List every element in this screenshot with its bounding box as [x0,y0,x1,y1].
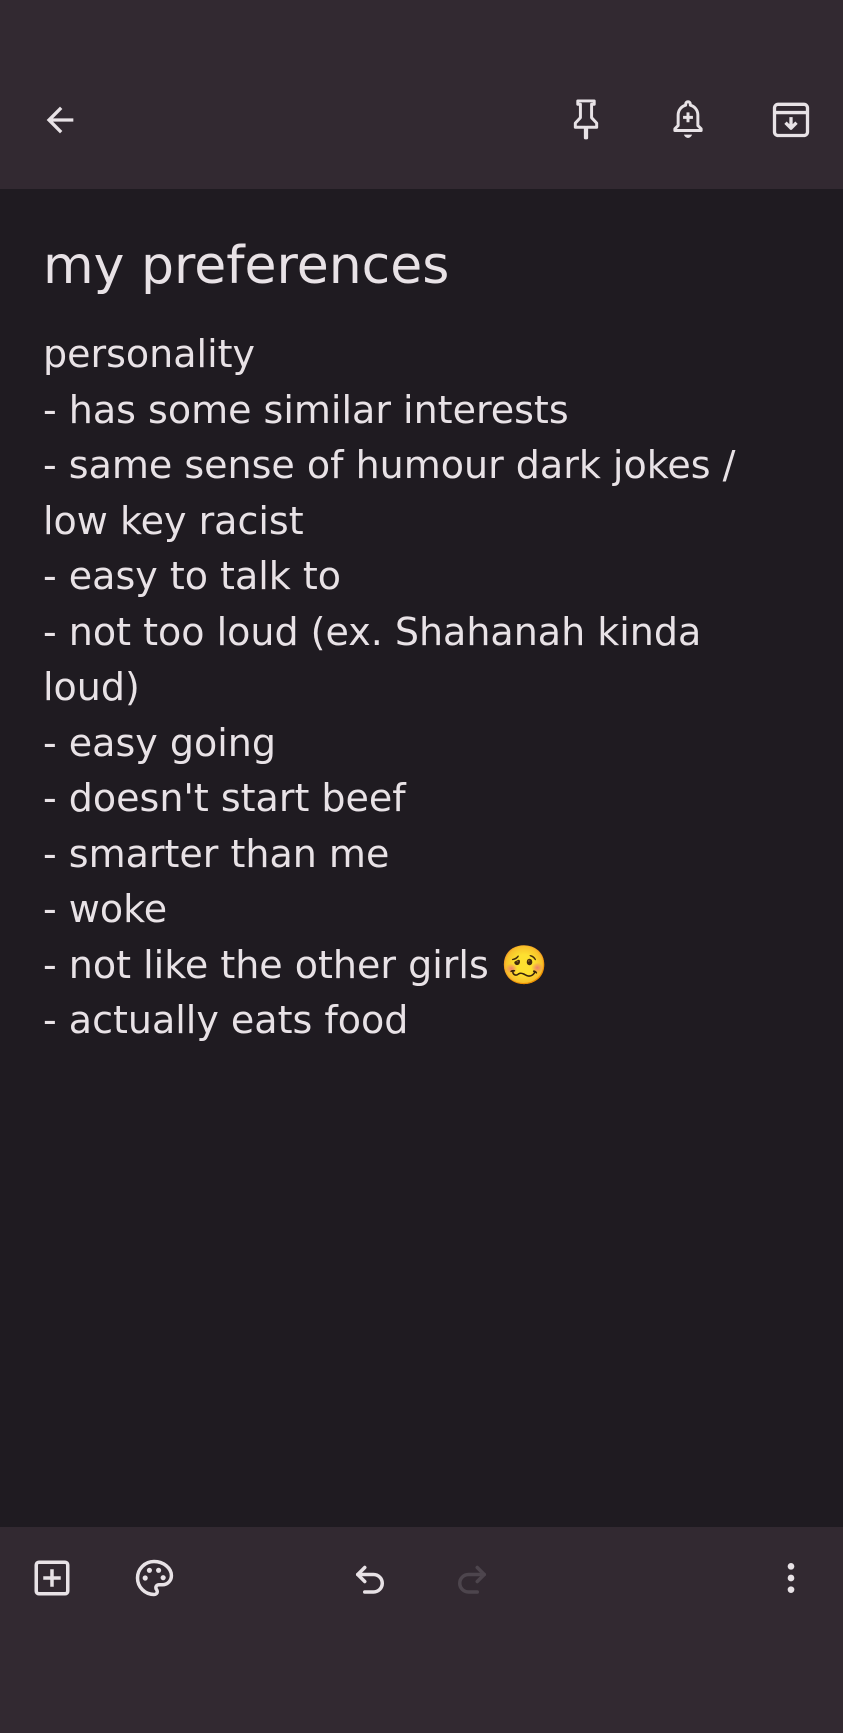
note-line: - has some similar interests [43,387,569,432]
arrow-back-icon [46,106,74,134]
background-options-button[interactable] [124,1548,184,1608]
pin-button[interactable] [556,89,616,149]
undo-icon [356,1565,384,1594]
redo-button[interactable] [442,1548,502,1608]
archive-icon [772,102,810,138]
pin-icon [573,99,599,140]
add-reminder-bell-icon [673,100,703,138]
back-button[interactable] [30,90,90,150]
add-content-button[interactable] [22,1548,82,1608]
note-line: - woke [43,887,168,931]
note-content: my preferences personality - has some si… [0,189,843,1527]
note-line: - not like the other girls 🥴 [43,942,549,987]
more-options-button[interactable] [761,1548,821,1608]
note-line: - easy to talk to [43,554,342,598]
more-vert-icon [787,1563,795,1593]
note-line: personality [43,332,256,376]
reminder-button[interactable] [658,89,718,149]
note-line: - not too loud (ex. Shahanah kinda loud) [43,609,702,710]
note-line: - actually eats food [43,998,409,1042]
add-box-icon [34,1560,70,1596]
archive-button[interactable] [761,89,821,149]
note-editor-screen: my preferences personality - has some si… [0,0,843,1733]
note-body[interactable]: personality - has some similar interests… [43,327,805,1049]
redo-icon [458,1565,486,1594]
note-title[interactable]: my preferences [43,235,813,297]
note-line: - smarter than me [43,831,390,876]
undo-button[interactable] [340,1548,400,1608]
note-line: - easy going [43,720,276,765]
palette-icon [135,1559,174,1597]
note-line: - doesn't start beef [43,776,406,820]
note-line: - same sense of humour dark jokes / low … [43,443,736,543]
